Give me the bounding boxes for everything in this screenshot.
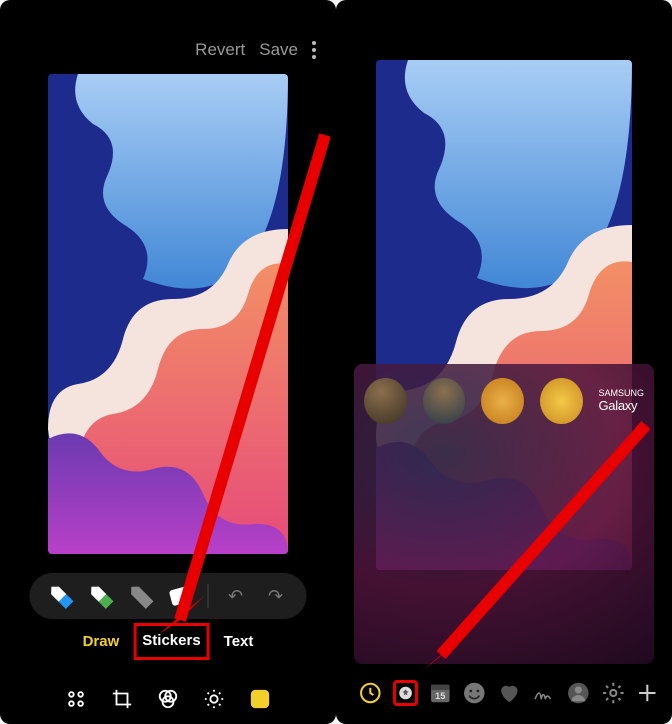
filters-icon[interactable]: [157, 688, 179, 710]
recent-icon[interactable]: [358, 680, 383, 706]
svg-text:15: 15: [435, 691, 445, 701]
drawing-tool-bar: ↶ ↷: [30, 573, 307, 619]
right-screenshot: SAMSUNG Galaxy 15: [336, 0, 672, 724]
mode-tabs: Draw Stickers Text: [79, 623, 258, 660]
left-screenshot: Revert Save: [0, 0, 336, 724]
redo-icon[interactable]: ↷: [263, 583, 289, 609]
gallery-icon[interactable]: [393, 680, 418, 706]
adjust-icon[interactable]: [203, 688, 225, 710]
heart-icon[interactable]: [497, 680, 522, 706]
signature-icon[interactable]: [532, 680, 557, 706]
more-icon[interactable]: [312, 41, 316, 59]
sticker-panel: SAMSUNG Galaxy: [354, 364, 654, 664]
tab-draw[interactable]: Draw: [79, 629, 124, 654]
sticker-row: SAMSUNG Galaxy: [364, 378, 644, 424]
crop-icon[interactable]: [111, 688, 133, 710]
sticker-category-row: 15: [336, 680, 660, 706]
decorate-icon[interactable]: [249, 688, 271, 710]
top-bar: Revert Save: [195, 40, 316, 60]
grey-pen-icon[interactable]: [128, 583, 154, 609]
divider: [208, 584, 209, 608]
emoji-icon[interactable]: [462, 680, 487, 706]
apps-icon[interactable]: [65, 688, 87, 710]
save-button[interactable]: Save: [259, 40, 298, 60]
undo-icon[interactable]: ↶: [223, 583, 249, 609]
add-icon[interactable]: [635, 680, 660, 706]
sticker-thumb-4[interactable]: [540, 378, 583, 424]
sticker-thumb-3[interactable]: [481, 378, 524, 424]
tab-text[interactable]: Text: [220, 629, 258, 654]
avatar-icon[interactable]: [566, 680, 591, 706]
editor-bottom-row: [65, 688, 271, 710]
tab-stickers[interactable]: Stickers: [133, 623, 209, 660]
wallpaper-preview: [48, 74, 288, 554]
sticker-thumb-2[interactable]: [423, 378, 466, 424]
eraser-icon[interactable]: [168, 583, 194, 609]
brand-big: Galaxy: [599, 399, 645, 413]
settings-icon[interactable]: [601, 680, 626, 706]
calendar-icon[interactable]: 15: [428, 680, 453, 706]
green-pen-icon[interactable]: [88, 583, 114, 609]
blue-pen-icon[interactable]: [48, 583, 74, 609]
brand-sticker[interactable]: SAMSUNG Galaxy: [599, 389, 645, 413]
revert-button[interactable]: Revert: [195, 40, 245, 60]
sticker-thumb-1[interactable]: [364, 378, 407, 424]
